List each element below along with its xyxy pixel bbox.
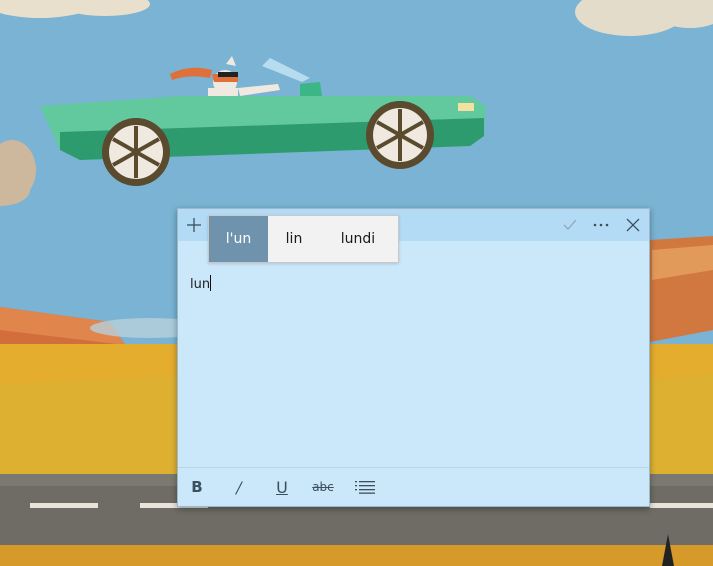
bold-button[interactable]: B [182,468,212,506]
suggestion-item[interactable]: lin [268,216,320,262]
formatting-toolbar: B / U abc [178,467,649,506]
bullet-list-button[interactable] [350,468,380,506]
text-cursor [210,275,212,291]
close-icon [626,218,640,232]
note-text: lun [190,277,211,292]
suggestion-item[interactable]: lundi [320,216,396,262]
note-text-area[interactable]: lun [190,275,637,455]
more-options-button[interactable] [588,209,614,241]
checkmark-icon [563,219,577,230]
bullet-list-icon [355,481,375,494]
underline-button[interactable]: U [267,468,297,506]
plus-icon [187,218,201,232]
italic-button[interactable]: / [224,468,254,506]
suggestion-item-selected[interactable]: l'un [209,216,268,262]
close-note-button[interactable] [620,209,646,241]
new-note-button[interactable] [181,209,207,241]
strikethrough-button[interactable]: abc [308,468,338,506]
ellipsis-icon [593,223,609,227]
change-color-button[interactable] [558,209,582,241]
text-suggestion-bar: l'un lin lundi [208,215,399,263]
